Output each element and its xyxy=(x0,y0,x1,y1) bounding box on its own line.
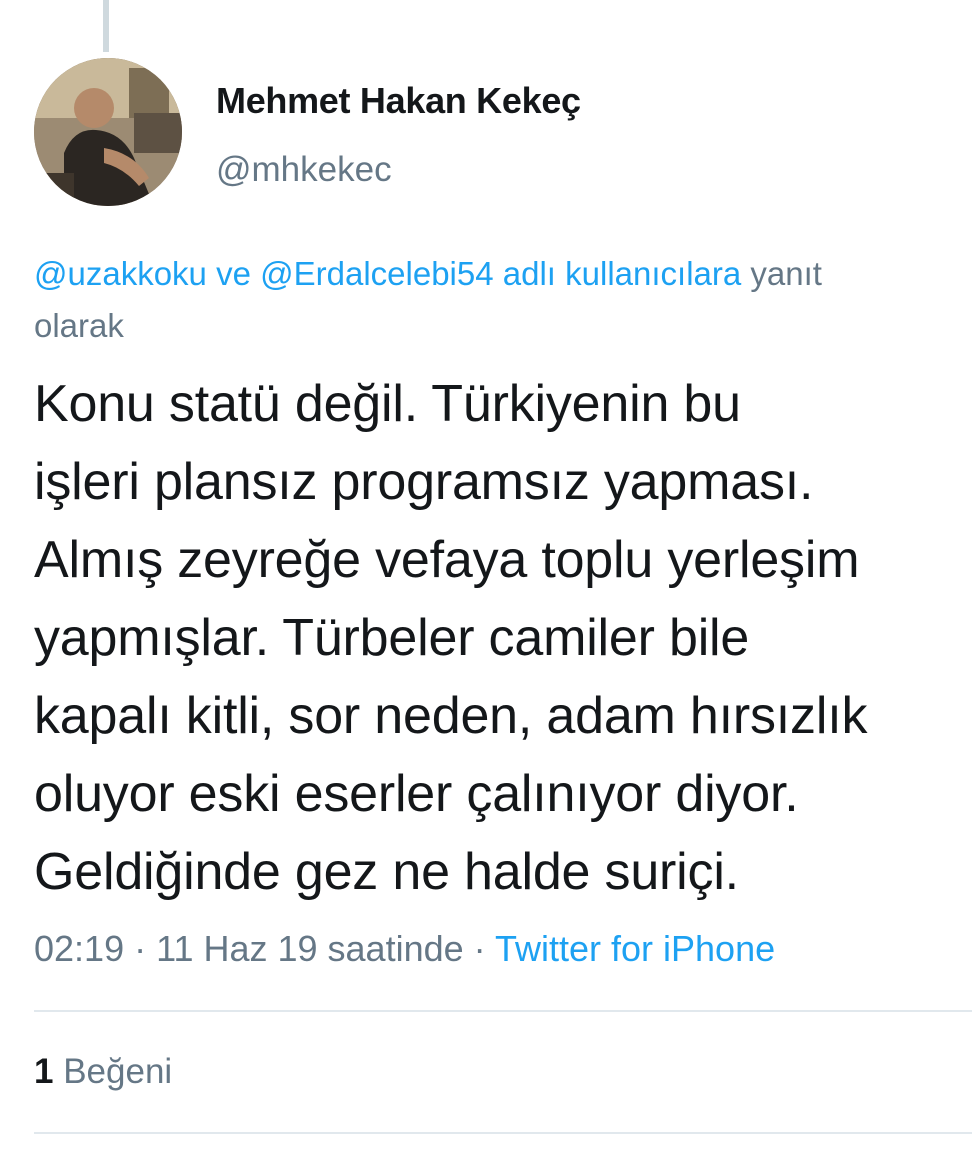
tweet-time: 02:19 xyxy=(34,928,125,969)
divider xyxy=(34,1132,972,1134)
reply-mention-uzakkoku[interactable]: @uzakkoku xyxy=(34,255,207,292)
divider xyxy=(34,1010,972,1012)
reply-connector[interactable]: ve xyxy=(207,255,260,292)
thread-connector-line xyxy=(103,0,109,52)
tweet-meta: 02:19 · 11 Haz 19 saatinde · Twitter for… xyxy=(34,928,775,970)
tweet-text-line: kapalı kitli, sor neden, adam hırsızlık xyxy=(34,687,868,745)
tweet-text-line: yapmışlar. Türbeler camiler bile xyxy=(34,609,750,667)
meta-separator: · xyxy=(463,928,495,969)
reply-suffix-line2: olarak xyxy=(34,307,124,344)
likes-count: 1 xyxy=(34,1052,54,1091)
tweet-source-link[interactable]: Twitter for iPhone xyxy=(495,928,775,969)
tweet-text-line: Konu statü değil. Türkiyenin bu xyxy=(34,375,741,433)
reply-suffix-text: yanıt xyxy=(741,255,822,292)
meta-separator: · xyxy=(124,928,157,969)
tweet-text-line: oluyor eski eserler çalınıyor diyor. xyxy=(34,765,799,823)
likes-stat[interactable]: 1 Beğeni xyxy=(34,1052,172,1092)
tweet-text-line: işleri plansız programsız yapması. xyxy=(34,453,814,511)
reply-mention-erdalcelebi54[interactable]: @Erdalcelebi54 xyxy=(260,255,493,292)
avatar-photo-icon xyxy=(34,58,182,206)
reply-users-link[interactable]: adlı kullanıcılara xyxy=(494,255,741,292)
reply-context: @uzakkoku ve @Erdalcelebi54 adlı kullanı… xyxy=(34,248,972,352)
tweet-text-line: Geldiğinde gez ne halde suriçi. xyxy=(34,843,739,901)
tweet-body: Konu statü değil. Türkiyenin bu işleri p… xyxy=(34,365,972,911)
likes-label: Beğeni xyxy=(63,1052,173,1091)
author-avatar[interactable] xyxy=(34,58,182,206)
tweet-date: 11 Haz 19 saatinde xyxy=(156,928,464,969)
author-display-name[interactable]: Mehmet Hakan Kekeç xyxy=(216,80,581,122)
tweet-text-line: Almış zeyreğe vefaya toplu yerleşim xyxy=(34,531,860,589)
author-handle[interactable]: @mhkekec xyxy=(216,150,392,190)
